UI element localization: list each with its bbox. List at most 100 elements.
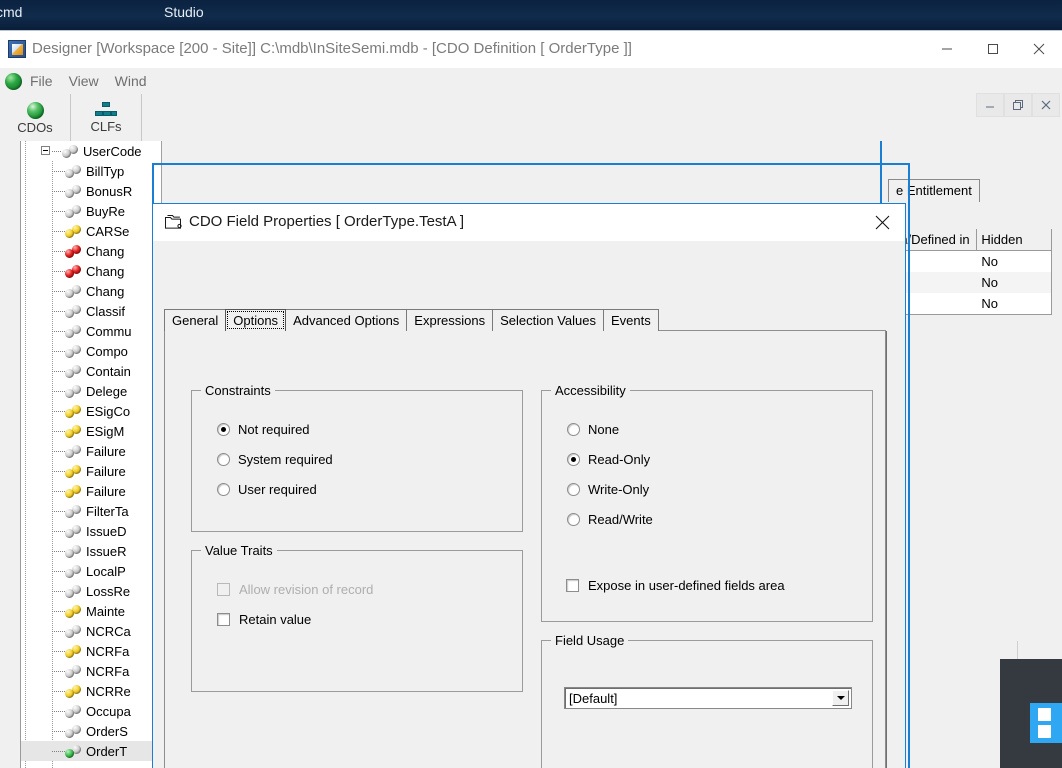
tree-item[interactable]: CARSe (21, 221, 161, 241)
right-pane-tabstrip: e Entitlement (888, 179, 980, 203)
mdi-restore-icon[interactable] (1004, 93, 1032, 117)
tree-item[interactable]: Contain (21, 361, 161, 381)
radio-read-only[interactable]: Read-Only (567, 452, 650, 467)
tree-item[interactable]: NCRFa (21, 661, 161, 681)
toolbar-button-cdos[interactable]: CDOs (0, 94, 71, 142)
tree-expander-icon[interactable] (41, 146, 50, 155)
tree-item[interactable]: Chang (21, 261, 161, 281)
tree-item[interactable]: NCRFa (21, 641, 161, 661)
hierarchy-icon (95, 102, 117, 118)
tree-item[interactable]: Commu (21, 321, 161, 341)
gray-sphere-icon (65, 364, 81, 378)
tree-item[interactable]: IssueD (21, 521, 161, 541)
checkbox-retain-value[interactable]: Retain value (217, 612, 311, 627)
menu-item-view[interactable]: View (69, 73, 99, 89)
taskbar-item-studio[interactable]: Studio (164, 4, 204, 20)
tab-entitlement[interactable]: e Entitlement (888, 179, 980, 202)
tree-item[interactable]: BuyRe (21, 201, 161, 221)
notification-panel[interactable] (1000, 659, 1062, 768)
checkbox-expose-indicator[interactable] (566, 579, 579, 592)
tree-item[interactable]: NCRRe (21, 681, 161, 701)
tree-item[interactable]: Compo (21, 341, 161, 361)
mdi-minimize-icon[interactable] (976, 93, 1004, 117)
fields-grid-header: en/Defined in Hidden (889, 229, 1051, 251)
maximize-icon[interactable] (970, 31, 1016, 67)
gray-sphere-icon (65, 504, 81, 518)
tree-item[interactable]: NCRCa (21, 621, 161, 641)
cell-hidden: No (981, 254, 998, 269)
toolbar-button-clfs[interactable]: CLFs (71, 94, 142, 142)
radio-write-only[interactable]: Write-Only (567, 482, 649, 497)
tree-item[interactable]: LossRe (21, 581, 161, 601)
tree-item[interactable]: ESigM (21, 421, 161, 441)
radio-user-required-indicator[interactable] (217, 483, 230, 496)
radio-none[interactable]: None (567, 422, 619, 437)
tree-item[interactable]: OrderT (21, 741, 161, 761)
table-row[interactable]: eNo (889, 293, 1051, 314)
cdo-tree[interactable]: UserCode BillTyp BonusR BuyRe CARSe Chang Chan… (20, 141, 161, 768)
radio-not-required-indicator[interactable] (217, 423, 230, 436)
tree-item-root[interactable]: UserCode (21, 141, 161, 161)
checkbox-expose-user-defined-fields[interactable]: Expose in user-defined fields area (566, 578, 785, 593)
checkbox-retain-value-indicator[interactable] (217, 613, 230, 626)
radio-not-required[interactable]: Not required (217, 422, 310, 437)
tree-item-label: Failure (86, 463, 126, 479)
close-icon[interactable] (1016, 31, 1062, 67)
radio-read-only-indicator[interactable] (567, 453, 580, 466)
tab-general[interactable]: General (164, 309, 227, 331)
table-row[interactable]: eNo (889, 251, 1051, 272)
minimize-icon[interactable] (924, 31, 970, 67)
tree-item[interactable]: Failure (21, 461, 161, 481)
radio-system-required[interactable]: System required (217, 452, 333, 467)
radio-read-write[interactable]: Read/Write (567, 512, 653, 527)
tab-expressions[interactable]: Expressions (406, 309, 494, 331)
screen: cmd Studio Designer [Workspace [200 - Si… (0, 0, 1062, 768)
tree-item[interactable]: BonusR (21, 181, 161, 201)
tree-item[interactable]: Failure (21, 441, 161, 461)
tree-item[interactable]: Classif (21, 301, 161, 321)
tree-item[interactable]: Failure (21, 481, 161, 501)
dialog-titlebar[interactable]: CDO Field Properties [ OrderType.TestA ] (153, 204, 905, 241)
tree-item[interactable]: Occupa (21, 701, 161, 721)
chevron-down-icon[interactable] (832, 690, 849, 706)
gray-sphere-icon (65, 584, 81, 598)
radio-system-required-indicator[interactable] (217, 453, 230, 466)
tab-events[interactable]: Events (602, 309, 659, 331)
radio-read-write-indicator[interactable] (567, 513, 580, 526)
table-row[interactable]: eNo (889, 272, 1051, 293)
tree-item[interactable]: OrderS (21, 721, 161, 741)
tree-item[interactable]: IssueR (21, 541, 161, 561)
menu-item-file[interactable]: File (30, 73, 53, 89)
gray-sphere-icon (65, 344, 81, 358)
field-usage-dropdown[interactable]: [Default] (564, 687, 852, 709)
checkbox-expose-label: Expose in user-defined fields area (588, 578, 785, 593)
tree-item[interactable]: Chang (21, 241, 161, 261)
tree-item[interactable]: Chang (21, 281, 161, 301)
tree-item-label: NCRRe (86, 683, 131, 699)
tree-item[interactable]: Delege (21, 381, 161, 401)
radio-write-only-indicator[interactable] (567, 483, 580, 496)
menu-item-window[interactable]: Wind (115, 73, 147, 89)
tree-item[interactable]: LocalP (21, 561, 161, 581)
radio-user-required[interactable]: User required (217, 482, 317, 497)
tree-item[interactable]: FilterTa (21, 501, 161, 521)
fields-grid[interactable]: en/Defined in Hidden eNoeNoeNo (888, 229, 1052, 315)
tab-selection-values[interactable]: Selection Values (492, 309, 604, 331)
gray-sphere-icon (65, 284, 81, 298)
tab-options[interactable]: Options (225, 309, 287, 331)
tree-item[interactable]: ESigCo (21, 401, 161, 421)
radio-none-indicator[interactable] (567, 423, 580, 436)
tree-item-label: LocalP (86, 563, 126, 579)
app-orb-icon[interactable] (5, 72, 22, 90)
taskbar-item-cmd[interactable]: cmd (0, 4, 22, 20)
cdo-tree-panel[interactable]: UserCode BillTyp BonusR BuyRe CARSe Chang Chan… (0, 141, 162, 768)
notification-app-icon[interactable] (1030, 703, 1062, 743)
column-header-hidden[interactable]: Hidden (977, 229, 1051, 250)
value-traits-legend: Value Traits (201, 543, 277, 558)
tree-item[interactable]: Mainte (21, 601, 161, 621)
checkbox-retain-value-label: Retain value (239, 612, 312, 627)
dialog-close-icon[interactable] (860, 204, 905, 241)
mdi-close-icon[interactable] (1032, 93, 1060, 117)
tree-item[interactable]: BillTyp (21, 161, 161, 181)
tab-advanced-options[interactable]: Advanced Options (285, 309, 408, 331)
